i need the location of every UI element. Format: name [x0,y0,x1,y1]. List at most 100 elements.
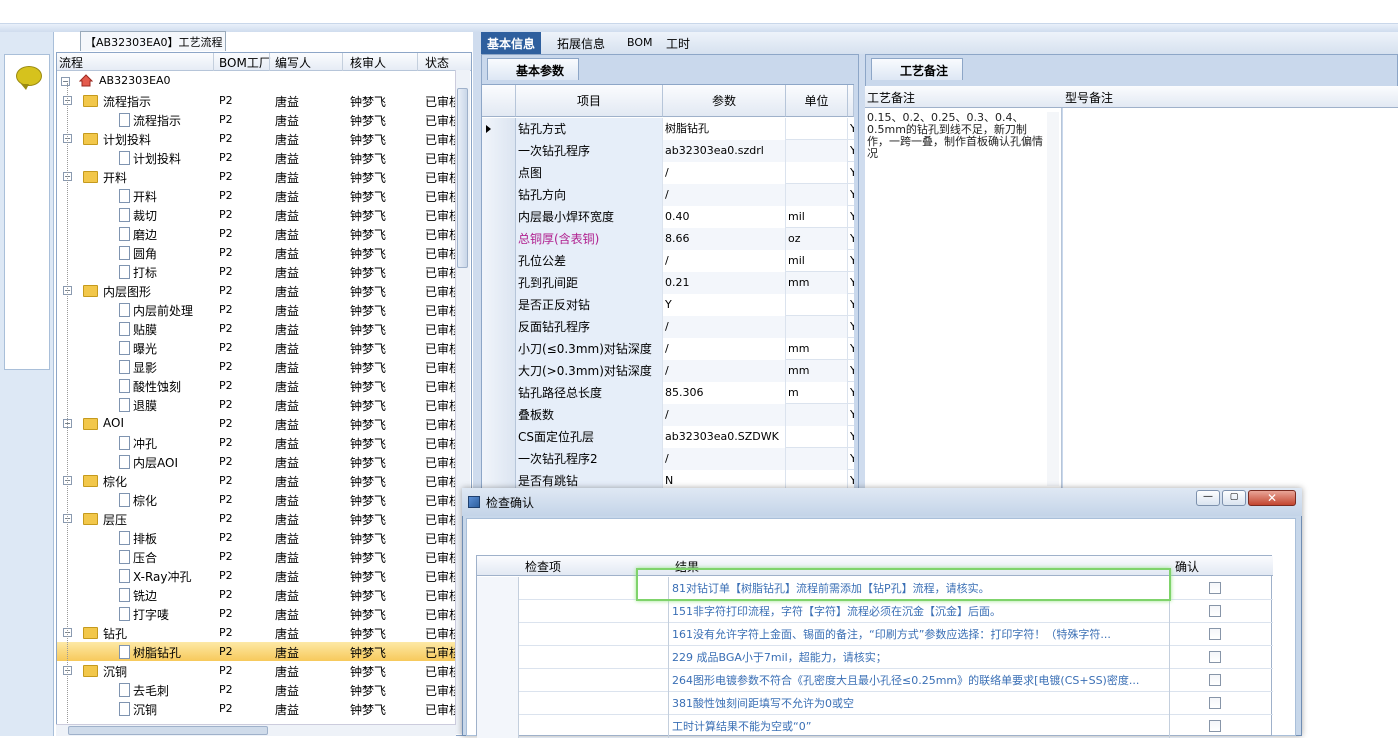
confirm-checkbox[interactable] [1209,651,1221,663]
tree-row[interactable]: 开料 P2 唐益 钟梦飞 已审核 [57,186,461,205]
param-value[interactable]: / [663,162,786,184]
check-result-cell[interactable]: 工时计算结果不能为空或“0” [670,715,1170,738]
check-result-cell[interactable]: 264图形电镀参数不符合《孔密度大且最小孔径≤0.25mm》的联络单要求[电镀(… [670,669,1170,692]
param-value[interactable]: / [663,338,786,360]
tree-col-reviewer[interactable]: 核审人 [350,54,386,71]
param-unit[interactable] [786,184,848,206]
tree-row[interactable]: 曝光 P2 唐益 钟梦飞 已审核 [57,338,461,357]
check-result-cell[interactable]: 151非字符打印流程，字符【字符】流程必须在沉金【沉金】后面。 [670,600,1170,623]
param-row[interactable]: 一次钻孔程序ab32303ea0.szdrl Y [482,140,854,162]
tree-row[interactable]: 树脂钻孔 P2 唐益 钟梦飞 已审核 [57,642,461,661]
tree-row[interactable]: 打标 P2 唐益 钟梦飞 已审核 [57,262,461,281]
param-unit[interactable]: m [786,382,848,404]
param-unit[interactable] [786,404,848,426]
row-selector[interactable] [477,600,519,623]
param-value[interactable]: ab32303ea0.SZDWK [663,426,786,448]
row-selector[interactable] [482,118,516,140]
tree-row[interactable]: 酸性蚀刻 P2 唐益 钟梦飞 已审核 [57,376,461,395]
param-unit[interactable]: mm [786,360,848,382]
tree-row[interactable]: − 计划投料 P2 唐益 钟梦飞 已审核 [57,129,461,148]
param-value[interactable]: ab32303ea0.szdrl [663,140,786,162]
row-selector[interactable] [482,206,516,228]
tree-row[interactable]: X-Ray冲孔 P2 唐益 钟梦飞 已审核 [57,566,461,585]
row-selector[interactable] [482,228,516,250]
check-row[interactable]: 381酸性蚀刻间距填写不允许为0或空 [477,692,1273,715]
param-row[interactable]: 点图/ Y [482,162,854,184]
param-unit[interactable] [786,118,848,140]
row-selector[interactable] [482,272,516,294]
tree-row[interactable]: 磨边 P2 唐益 钟梦飞 已审核 [57,224,461,243]
param-row[interactable]: 总铜厚(含表铜)8.66ozY [482,228,854,250]
tree-row[interactable]: 铣边 P2 唐益 钟梦飞 已审核 [57,585,461,604]
tree-row[interactable]: − 内层图形 P2 唐益 钟梦飞 已审核 [57,281,461,300]
process-flow-tab[interactable]: 【AB32303EA0】工艺流程 [80,31,226,51]
tree-row[interactable]: 流程指示 P2 唐益 钟梦飞 已审核 [57,110,461,129]
chat-bubble-icon[interactable] [16,66,42,90]
tree-row[interactable]: − 棕化 P2 唐益 钟梦飞 已审核 [57,471,461,490]
row-selector[interactable] [482,316,516,338]
row-selector[interactable] [477,646,519,669]
grid-col-item[interactable]: 项目 [516,85,663,117]
row-selector[interactable] [477,669,519,692]
param-unit[interactable] [786,470,848,488]
tree-row[interactable]: 内层前处理 P2 唐益 钟梦飞 已审核 [57,300,461,319]
dialog-titlebar[interactable] [462,488,1302,516]
tree-col-status[interactable]: 状态 [425,54,449,71]
confirm-checkbox[interactable] [1209,697,1221,709]
param-value[interactable]: / [663,316,786,338]
tab-extended-info[interactable]: 拓展信息 [551,32,611,54]
tree-row[interactable]: 冲孔 P2 唐益 钟梦飞 已审核 [57,433,461,452]
tree-col-writer[interactable]: 编写人 [275,54,311,71]
param-row[interactable]: 小刀(≤0.3mm)对钻深度/mmY [482,338,854,360]
confirm-checkbox[interactable] [1209,720,1221,732]
param-row[interactable]: 大刀(>0.3mm)对钻深度/mmY [482,360,854,382]
check-row[interactable]: 151非字符打印流程，字符【字符】流程必须在沉金【沉金】后面。 [477,600,1273,623]
tree-row[interactable]: 裁切 P2 唐益 钟梦飞 已审核 [57,205,461,224]
check-row[interactable]: 264图形电镀参数不符合《孔密度大且最小孔径≤0.25mm》的联络单要求[电镀(… [477,669,1273,692]
tree-root[interactable]: − AB32303EA0 [57,72,457,91]
process-notes-tab[interactable]: 工艺备注 [871,58,963,80]
tree-row[interactable]: − 开料 P2 唐益 钟梦飞 已审核 [57,167,461,186]
row-selector[interactable] [477,715,519,738]
param-value[interactable]: Y [663,294,786,316]
row-selector[interactable] [482,162,516,184]
maximize-button[interactable]: ▢ [1222,490,1246,506]
row-selector[interactable] [482,294,516,316]
tree-row[interactable]: 压合 P2 唐益 钟梦飞 已审核 [57,547,461,566]
param-unit[interactable]: mil [786,206,848,228]
process-note-scrollbar[interactable] [1047,112,1059,486]
tree-row[interactable]: − 钻孔 P2 唐益 钟梦飞 已审核 [57,623,461,642]
tree-row[interactable]: 显影 P2 唐益 钟梦飞 已审核 [57,357,461,376]
basic-params-tab[interactable]: 基本参数 [487,58,579,80]
close-button[interactable]: ✕ [1248,490,1296,506]
param-unit[interactable] [786,316,848,338]
param-unit[interactable]: mil [786,250,848,272]
tree-row[interactable]: 沉铜 P2 唐益 钟梦飞 已审核 [57,699,461,718]
tree-hscroll-thumb[interactable] [68,726,268,735]
tab-work-hours[interactable]: 工时 [660,32,696,54]
param-row[interactable]: 一次钻孔程序2/ Y [482,448,854,470]
param-value[interactable]: / [663,250,786,272]
grid-col-value[interactable]: 参数 [663,85,786,117]
row-selector[interactable] [482,448,516,470]
param-value[interactable]: 85.306 [663,382,786,404]
param-unit[interactable] [786,294,848,316]
check-result-cell[interactable]: 381酸性蚀刻间距填写不允许为0或空 [670,692,1170,715]
param-value[interactable]: N [663,470,786,488]
tree-row[interactable]: 退膜 P2 唐益 钟梦飞 已审核 [57,395,461,414]
row-selector[interactable] [482,250,516,272]
param-unit[interactable]: oz [786,228,848,250]
row-selector[interactable] [482,360,516,382]
row-selector[interactable] [482,338,516,360]
param-unit[interactable] [786,448,848,470]
param-value[interactable]: 8.66 [663,228,786,250]
param-unit[interactable] [786,162,848,184]
tree-row[interactable]: − 流程指示 P2 唐益 钟梦飞 已审核 [57,91,461,110]
param-value[interactable]: / [663,448,786,470]
grid-col-unit[interactable]: 单位 [786,85,848,117]
confirm-checkbox[interactable] [1209,628,1221,640]
param-unit[interactable] [786,140,848,162]
param-unit[interactable]: mm [786,272,848,294]
check-result-cell[interactable]: 161没有允许字符上金面、锡面的备注，“印刷方式”参数应选择：打印字符！（特殊字… [670,623,1170,646]
tree-row[interactable]: − AOI P2 唐益 钟梦飞 已审核 [57,414,461,433]
